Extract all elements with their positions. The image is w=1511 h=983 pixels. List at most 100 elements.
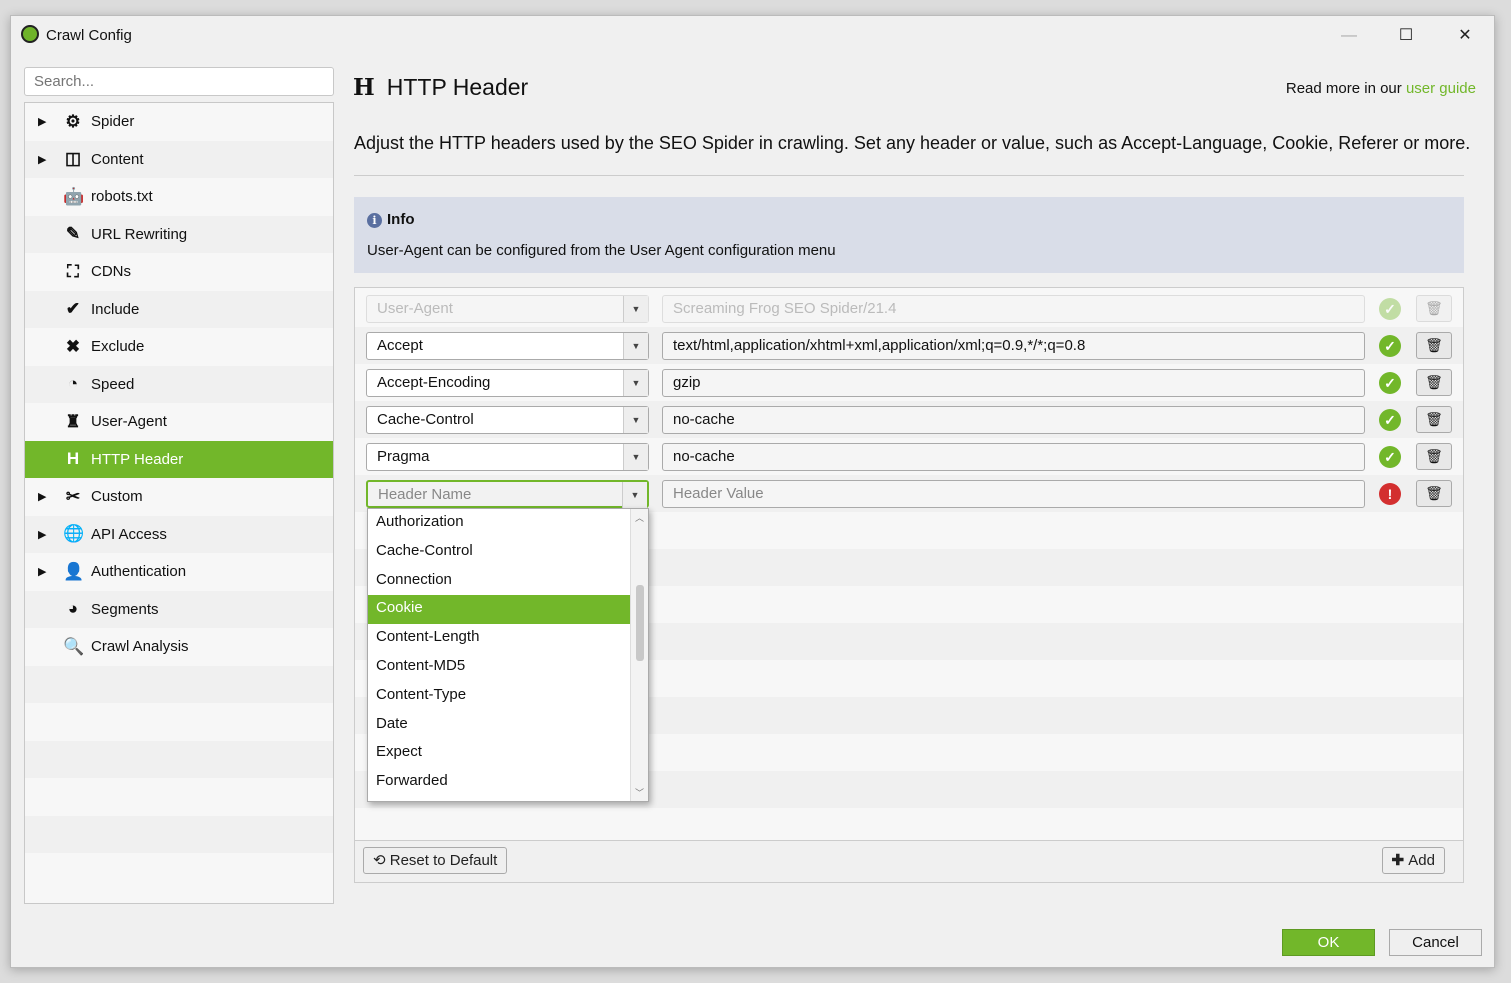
sidebar-item-label: robots.txt [91, 188, 153, 205]
dropdown-option[interactable]: Cache-Control [368, 538, 630, 567]
header-value-input[interactable]: Header Value [662, 480, 1365, 508]
sidebar-item-segments[interactable]: ◕Segments [25, 591, 333, 629]
dropdown-option[interactable]: Content-Length [368, 624, 630, 653]
header-name-combo[interactable]: Accept▼ [366, 332, 649, 360]
dropdown-option[interactable]: Content-MD5 [368, 653, 630, 682]
sidebar-item-url-rewriting[interactable]: ✎ URL Rewriting [25, 216, 333, 254]
header-name-combo[interactable]: Header Name▼ [366, 480, 649, 508]
user-guide-link[interactable]: user guide [1406, 80, 1476, 97]
chevron-down-icon[interactable]: ▼ [623, 333, 648, 359]
header-name-value: Cache-Control [377, 411, 474, 428]
dropdown-option[interactable]: Cookie [368, 595, 630, 624]
header-row: Cache-Control ▼ no-cache ✓ 🗑 [355, 401, 1463, 438]
sidebar-item-label: URL Rewriting [91, 226, 187, 243]
dropdown-scrollbar[interactable]: ︿ ﹀ [630, 509, 648, 801]
sidebar-item-label: Exclude [91, 338, 144, 355]
expand-arrow-icon[interactable]: ▶ [38, 565, 46, 578]
sidebar-item-spider[interactable]: ▶⚙Spider [25, 103, 333, 141]
header-value-input[interactable]: text/html,application/xhtml+xml,applicat… [662, 332, 1365, 360]
ok-button[interactable]: OK [1282, 929, 1375, 956]
scroll-down-icon[interactable]: ﹀ [635, 786, 644, 799]
dropdown-option[interactable]: Date [368, 711, 630, 740]
chevron-down-icon[interactable]: ▼ [623, 296, 648, 322]
sidebar-item-label: Segments [91, 601, 159, 618]
scrollbar-thumb[interactable] [636, 585, 644, 661]
maximize-button[interactable]: ☐ [1383, 22, 1429, 50]
config-tree: ▶⚙Spider▶◫Content🤖robots.txt✎URL Rewriti… [24, 102, 334, 904]
dropdown-option[interactable]: Authorization [368, 509, 630, 538]
delete-row-button[interactable]: 🗑 [1416, 295, 1452, 322]
page-title: HHTTP Header [353, 74, 528, 101]
reset-to-default-button[interactable]: ⟲ Reset to Default [363, 847, 507, 874]
sidebar-item-speed[interactable]: ◔Speed [25, 366, 333, 404]
expand-arrow-icon[interactable]: ▶ [38, 528, 46, 541]
header-value-input[interactable]: Screaming Frog SEO Spider/21.4 [662, 295, 1365, 323]
sidebar-icon: 🤖 [63, 187, 83, 207]
add-label: Add [1408, 852, 1435, 869]
app-logo-icon [21, 25, 39, 43]
header-row: Accept-Encoding▼ gzip ✓ 🗑 [355, 364, 1463, 401]
sidebar-item-http-header[interactable]: H HTTP Header [25, 441, 333, 479]
empty-row [25, 666, 333, 704]
header-value-input[interactable]: gzip [662, 369, 1365, 397]
header-value-input[interactable]: no-cache [662, 406, 1365, 434]
sidebar-item-cdns[interactable]: ⛶CDNs [25, 253, 333, 291]
minimize-button[interactable]: — [1326, 22, 1372, 50]
sidebar-item-content[interactable]: ▶◫Content [25, 141, 333, 179]
chevron-down-icon[interactable]: ▼ [622, 482, 647, 508]
sidebar-item-robots-txt[interactable]: 🤖 robots.txt [25, 178, 333, 216]
cancel-button[interactable]: Cancel [1389, 929, 1482, 956]
sidebar-icon: ✎ [63, 224, 83, 244]
header-row: Accept▼ text/html,application/xhtml+xml,… [355, 327, 1463, 364]
header-value-text: no-cache [673, 448, 735, 465]
dropdown-option[interactable]: Connection [368, 567, 630, 596]
sidebar-item-include[interactable]: ✔Include [25, 291, 333, 329]
delete-row-button[interactable]: 🗑 [1416, 332, 1452, 359]
sidebar-item-custom[interactable]: ▶✂Custom [25, 478, 333, 516]
scroll-up-icon[interactable]: ︿ [635, 511, 644, 524]
header-name-dropdown-list: ︿ ﹀ AuthorizationCache-ControlConnection… [367, 508, 649, 802]
header-name-combo[interactable]: Pragma▼ [366, 443, 649, 471]
sidebar-item-user-agent[interactable]: ♜User-Agent [25, 403, 333, 441]
delete-row-button[interactable]: 🗑 [1416, 443, 1452, 470]
sidebar-item-api-access[interactable]: ▶🌐API Access [25, 516, 333, 554]
expand-arrow-icon[interactable]: ▶ [38, 153, 46, 166]
header-name-combo[interactable]: Cache-Control ▼ [366, 406, 649, 434]
info-text: User-Agent can be configured from the Us… [367, 242, 836, 259]
valid-check-icon: ✓ [1379, 335, 1401, 357]
expand-arrow-icon[interactable]: ▶ [38, 115, 46, 128]
sidebar-item-exclude[interactable]: ✖Exclude [25, 328, 333, 366]
sidebar-icon: ◫ [63, 149, 83, 169]
chevron-down-icon[interactable]: ▼ [623, 444, 648, 470]
sidebar-icon: ✂ [63, 487, 83, 507]
plus-icon: ✚ [1392, 852, 1409, 869]
sidebar-item-label: CDNs [91, 263, 131, 280]
delete-row-button[interactable]: 🗑 [1416, 480, 1452, 507]
sidebar-item-crawl-analysis[interactable]: 🔍Crawl Analysis [25, 628, 333, 666]
header-name-combo[interactable]: Accept-Encoding▼ [366, 369, 649, 397]
sidebar-icon: H [63, 449, 83, 469]
chevron-down-icon[interactable]: ▼ [623, 370, 648, 396]
empty-row [25, 703, 333, 741]
delete-row-button[interactable]: 🗑 [1416, 369, 1452, 396]
search-input[interactable] [24, 67, 334, 96]
valid-check-icon: ✓ [1379, 409, 1401, 431]
expand-arrow-icon[interactable]: ▶ [38, 490, 46, 503]
header-name-combo[interactable]: User-Agent▼ [366, 295, 649, 323]
page-description: Adjust the HTTP headers used by the SEO … [354, 133, 1470, 154]
header-value-text: text/html,application/xhtml+xml,applicat… [673, 337, 1085, 354]
dropdown-option[interactable]: Content-Type [368, 682, 630, 711]
dropdown-option[interactable]: Forwarded [368, 768, 630, 797]
delete-row-button[interactable]: 🗑 [1416, 406, 1452, 433]
header-value-input[interactable]: no-cache [662, 443, 1365, 471]
sidebar-item-label: HTTP Header [91, 451, 183, 468]
sidebar-icon: 🌐 [63, 524, 83, 544]
add-button[interactable]: ✚ Add [1382, 847, 1445, 874]
reset-label: Reset to Default [390, 852, 498, 869]
dropdown-option[interactable]: Expect [368, 739, 630, 768]
sidebar-icon: 🔍 [63, 637, 83, 657]
close-button[interactable]: ✕ [1442, 22, 1488, 50]
sidebar-item-authentication[interactable]: ▶👤Authentication [25, 553, 333, 591]
chevron-down-icon[interactable]: ▼ [623, 407, 648, 433]
header-row: Pragma▼ no-cache ✓ 🗑 [355, 438, 1463, 475]
